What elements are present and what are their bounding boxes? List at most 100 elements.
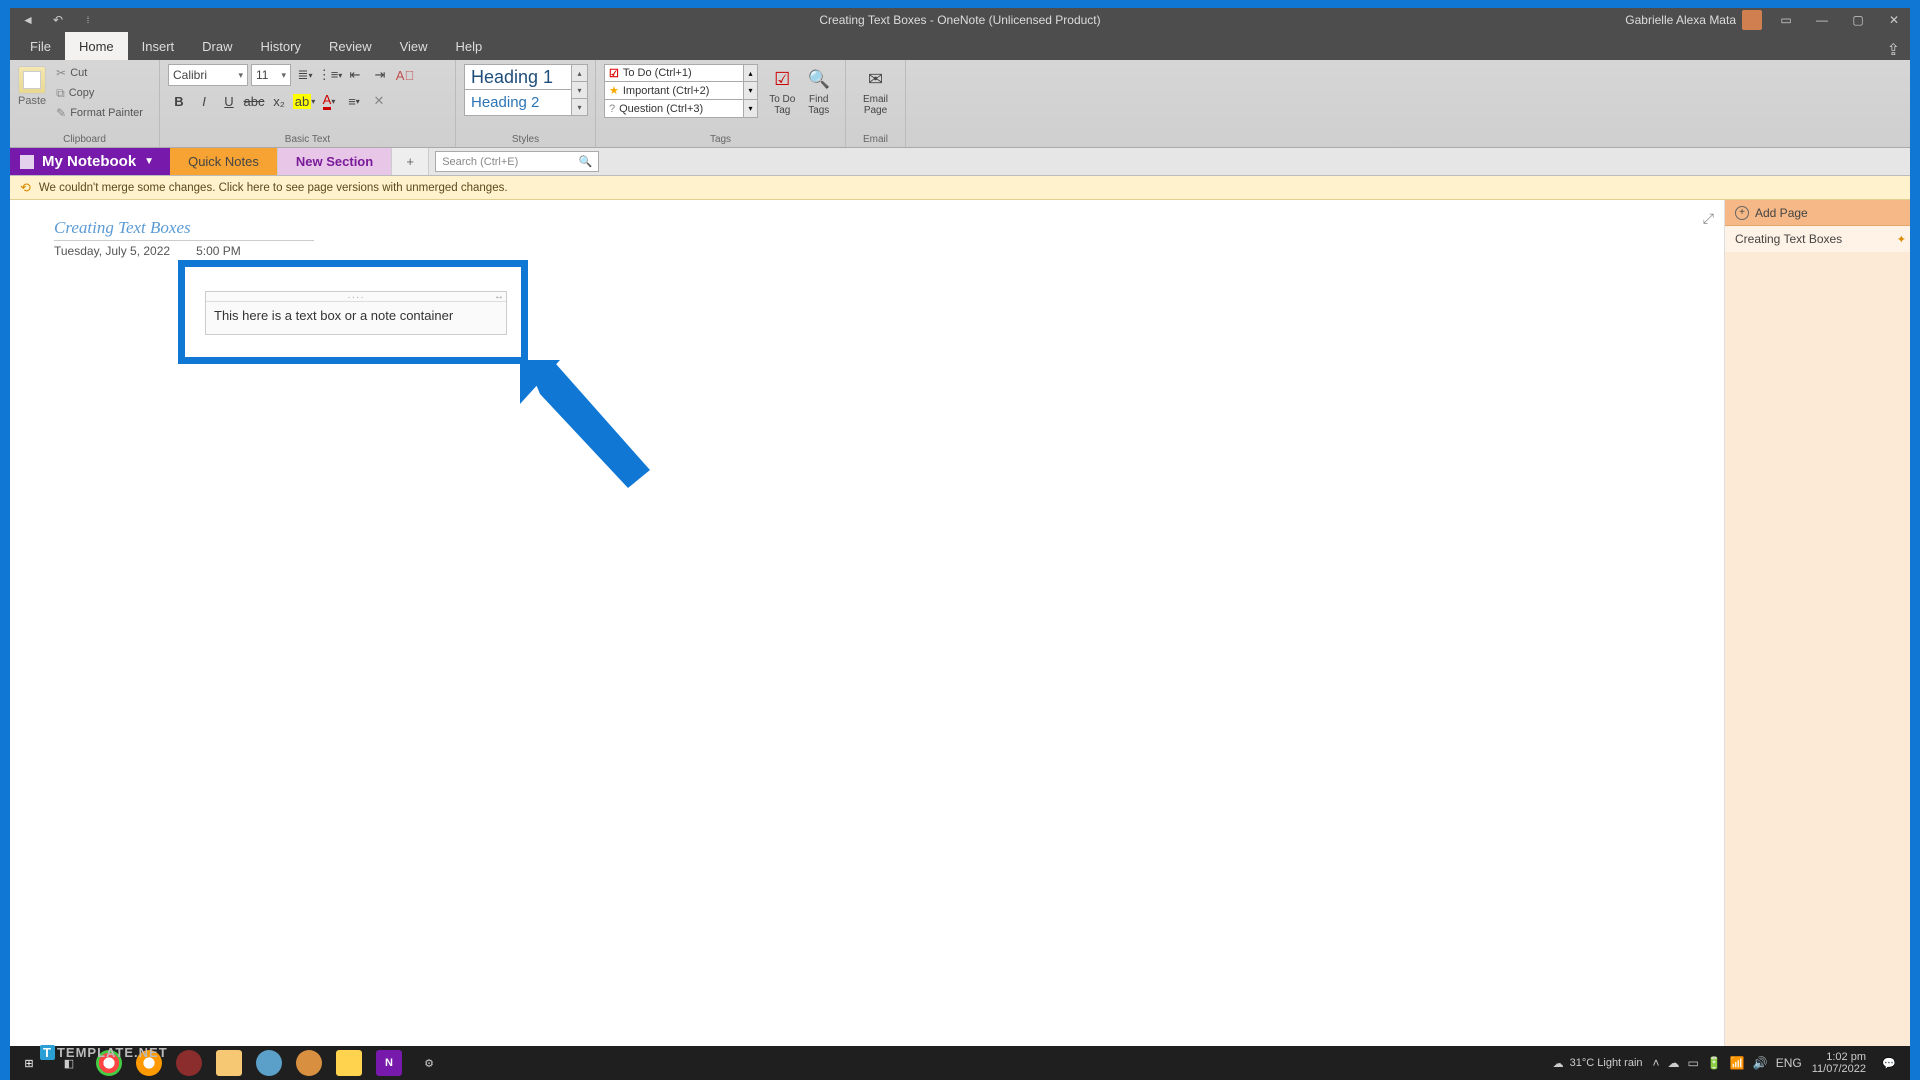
undo-icon[interactable]: ↶ <box>48 10 68 30</box>
styles-more-icon[interactable]: ▾ <box>572 99 588 116</box>
email-page-button[interactable]: ✉Email Page <box>854 64 897 116</box>
tab-history[interactable]: History <box>247 32 315 60</box>
font-family-combo[interactable]: Calibri▾ <box>168 64 248 86</box>
tab-draw[interactable]: Draw <box>188 32 246 60</box>
plus-circle-icon: + <box>1735 206 1749 220</box>
page-list-item[interactable]: Creating Text Boxes ✦ <box>1725 226 1910 252</box>
align-button[interactable]: ≡▾ <box>343 90 365 112</box>
add-page-button[interactable]: + Add Page <box>1725 200 1910 226</box>
cut-button[interactable]: ✂Cut <box>54 64 145 82</box>
user-account[interactable]: Gabrielle Alexa Mata <box>1625 10 1762 30</box>
close-icon[interactable]: ✕ <box>1882 11 1906 29</box>
chevron-down-icon: ▼ <box>144 156 154 167</box>
battery-icon[interactable]: 🔋 <box>1707 1056 1722 1070</box>
tags-up-icon[interactable]: ▴ <box>744 64 758 82</box>
clipboard-icon <box>18 66 46 94</box>
file-explorer-icon[interactable] <box>216 1050 242 1076</box>
search-input[interactable]: Search (Ctrl+E) 🔍 <box>435 151 599 172</box>
onedrive-icon[interactable]: ☁ <box>1668 1056 1680 1070</box>
tags-down-icon[interactable]: ▾ <box>744 82 758 100</box>
font-size-combo[interactable]: 11▾ <box>251 64 291 86</box>
annotation-arrow-icon <box>520 360 680 520</box>
unsynced-icon: ✦ <box>1897 233 1906 246</box>
format-painter-button[interactable]: ✎Format Painter <box>54 104 145 122</box>
paste-button[interactable]: Paste <box>18 64 48 107</box>
numbering-button[interactable]: ⋮≡▾ <box>319 64 341 86</box>
merge-warning-bar[interactable]: ⟲ We couldn't merge some changes. Click … <box>10 176 1910 200</box>
scissors-icon: ✂ <box>56 66 66 80</box>
resize-handle-icon[interactable]: ↔ <box>494 291 504 302</box>
underline-button[interactable]: U <box>218 90 240 112</box>
volume-icon[interactable]: 🔊 <box>1753 1056 1768 1070</box>
strikethrough-button[interactable]: abc <box>243 90 265 112</box>
tag-todo[interactable]: ☑To Do (Ctrl+1) <box>604 64 744 82</box>
clear-formatting-button[interactable]: Aᷤ <box>394 64 416 86</box>
section-tab-new-section[interactable]: New Section <box>278 148 392 175</box>
qat-more-icon[interactable]: ⁞ <box>78 10 98 30</box>
ribbon: Paste ✂Cut ⧉Copy ✎Format Painter Clipboa… <box>10 60 1910 148</box>
styles-down-icon[interactable]: ▾ <box>572 82 588 99</box>
styles-up-icon[interactable]: ▴ <box>572 64 588 82</box>
tray-app-icon[interactable]: ▭ <box>1688 1056 1699 1070</box>
group-label-basictext: Basic Text <box>160 134 455 145</box>
notebook-dropdown[interactable]: My Notebook ▼ <box>10 148 170 175</box>
tag-important[interactable]: ★Important (Ctrl+2) <box>604 82 744 100</box>
notebook-icon <box>20 155 34 169</box>
tab-help[interactable]: Help <box>442 32 497 60</box>
add-section-button[interactable]: + <box>392 148 429 175</box>
wifi-icon[interactable]: 📶 <box>1730 1056 1745 1070</box>
maximize-icon[interactable]: ▢ <box>1846 11 1870 29</box>
taskbar-weather[interactable]: ☁ 31°C Light rain <box>1553 1057 1643 1070</box>
onenote-icon[interactable]: N <box>376 1050 402 1076</box>
app-icon-1[interactable] <box>176 1050 202 1076</box>
taskbar-clock[interactable]: 1:02 pm 11/07/2022 <box>1812 1051 1866 1075</box>
tab-insert[interactable]: Insert <box>128 32 189 60</box>
page-title[interactable]: Creating Text Boxes <box>54 218 314 241</box>
tag-question[interactable]: ?Question (Ctrl+3) <box>604 100 744 118</box>
find-tags-button[interactable]: 🔍Find Tags <box>801 64 838 116</box>
subscript-button[interactable]: x₂ <box>268 90 290 112</box>
search-tag-icon: 🔍 <box>806 66 832 92</box>
section-tab-quick-notes[interactable]: Quick Notes <box>170 148 278 175</box>
note-container[interactable]: ···· ↔ This here is a text box or a note… <box>205 291 507 335</box>
style-heading2[interactable]: Heading 2 <box>464 90 572 116</box>
outdent-button[interactable]: ⇤ <box>344 64 366 86</box>
tab-file[interactable]: File <box>16 32 65 60</box>
container-grip[interactable]: ···· ↔ <box>206 292 506 302</box>
highlight-button[interactable]: ab▾ <box>293 90 315 112</box>
language-indicator[interactable]: ENG <box>1776 1056 1802 1070</box>
notifications-icon[interactable]: 💬 <box>1876 1050 1902 1076</box>
copy-button[interactable]: ⧉Copy <box>54 84 145 102</box>
bullets-button[interactable]: ≣▾ <box>294 64 316 86</box>
delete-button[interactable]: ✕ <box>368 90 390 112</box>
todo-tag-button[interactable]: ☑To Do Tag <box>764 64 801 116</box>
fullpage-icon[interactable]: ⤢ <box>1703 210 1714 227</box>
textbox-content[interactable]: This here is a text box or a note contai… <box>206 302 506 329</box>
font-color-button[interactable]: A▾ <box>318 90 340 112</box>
tags-more-icon[interactable]: ▾ <box>744 100 758 118</box>
tab-view[interactable]: View <box>386 32 442 60</box>
start-icon[interactable]: ⊞ <box>16 1050 42 1076</box>
bold-button[interactable]: B <box>168 90 190 112</box>
share-icon[interactable]: ⇪ <box>1877 40 1910 60</box>
back-icon[interactable]: ◄ <box>18 10 38 30</box>
tray-chevron-up-icon[interactable]: ˄ <box>1653 1056 1660 1070</box>
weather-icon: ☁ <box>1553 1057 1564 1070</box>
user-name: Gabrielle Alexa Mata <box>1625 13 1736 27</box>
paint-icon[interactable] <box>296 1050 322 1076</box>
app-icon-2[interactable] <box>256 1050 282 1076</box>
italic-button[interactable]: I <box>193 90 215 112</box>
page-canvas[interactable]: Creating Text Boxes Tuesday, July 5, 202… <box>10 200 1724 1046</box>
sticky-notes-icon[interactable] <box>336 1050 362 1076</box>
settings-icon[interactable]: ⚙ <box>416 1050 442 1076</box>
search-placeholder: Search (Ctrl+E) <box>442 156 518 168</box>
group-label-clipboard: Clipboard <box>10 134 159 145</box>
minimize-icon[interactable]: — <box>1810 11 1834 29</box>
ribbon-display-icon[interactable]: ▭ <box>1774 11 1798 29</box>
tab-home[interactable]: Home <box>65 32 128 60</box>
page-date: Tuesday, July 5, 2022 <box>54 244 170 258</box>
indent-button[interactable]: ⇥ <box>369 64 391 86</box>
style-heading1[interactable]: Heading 1 <box>464 64 572 90</box>
tab-review[interactable]: Review <box>315 32 386 60</box>
copy-icon: ⧉ <box>56 86 65 101</box>
